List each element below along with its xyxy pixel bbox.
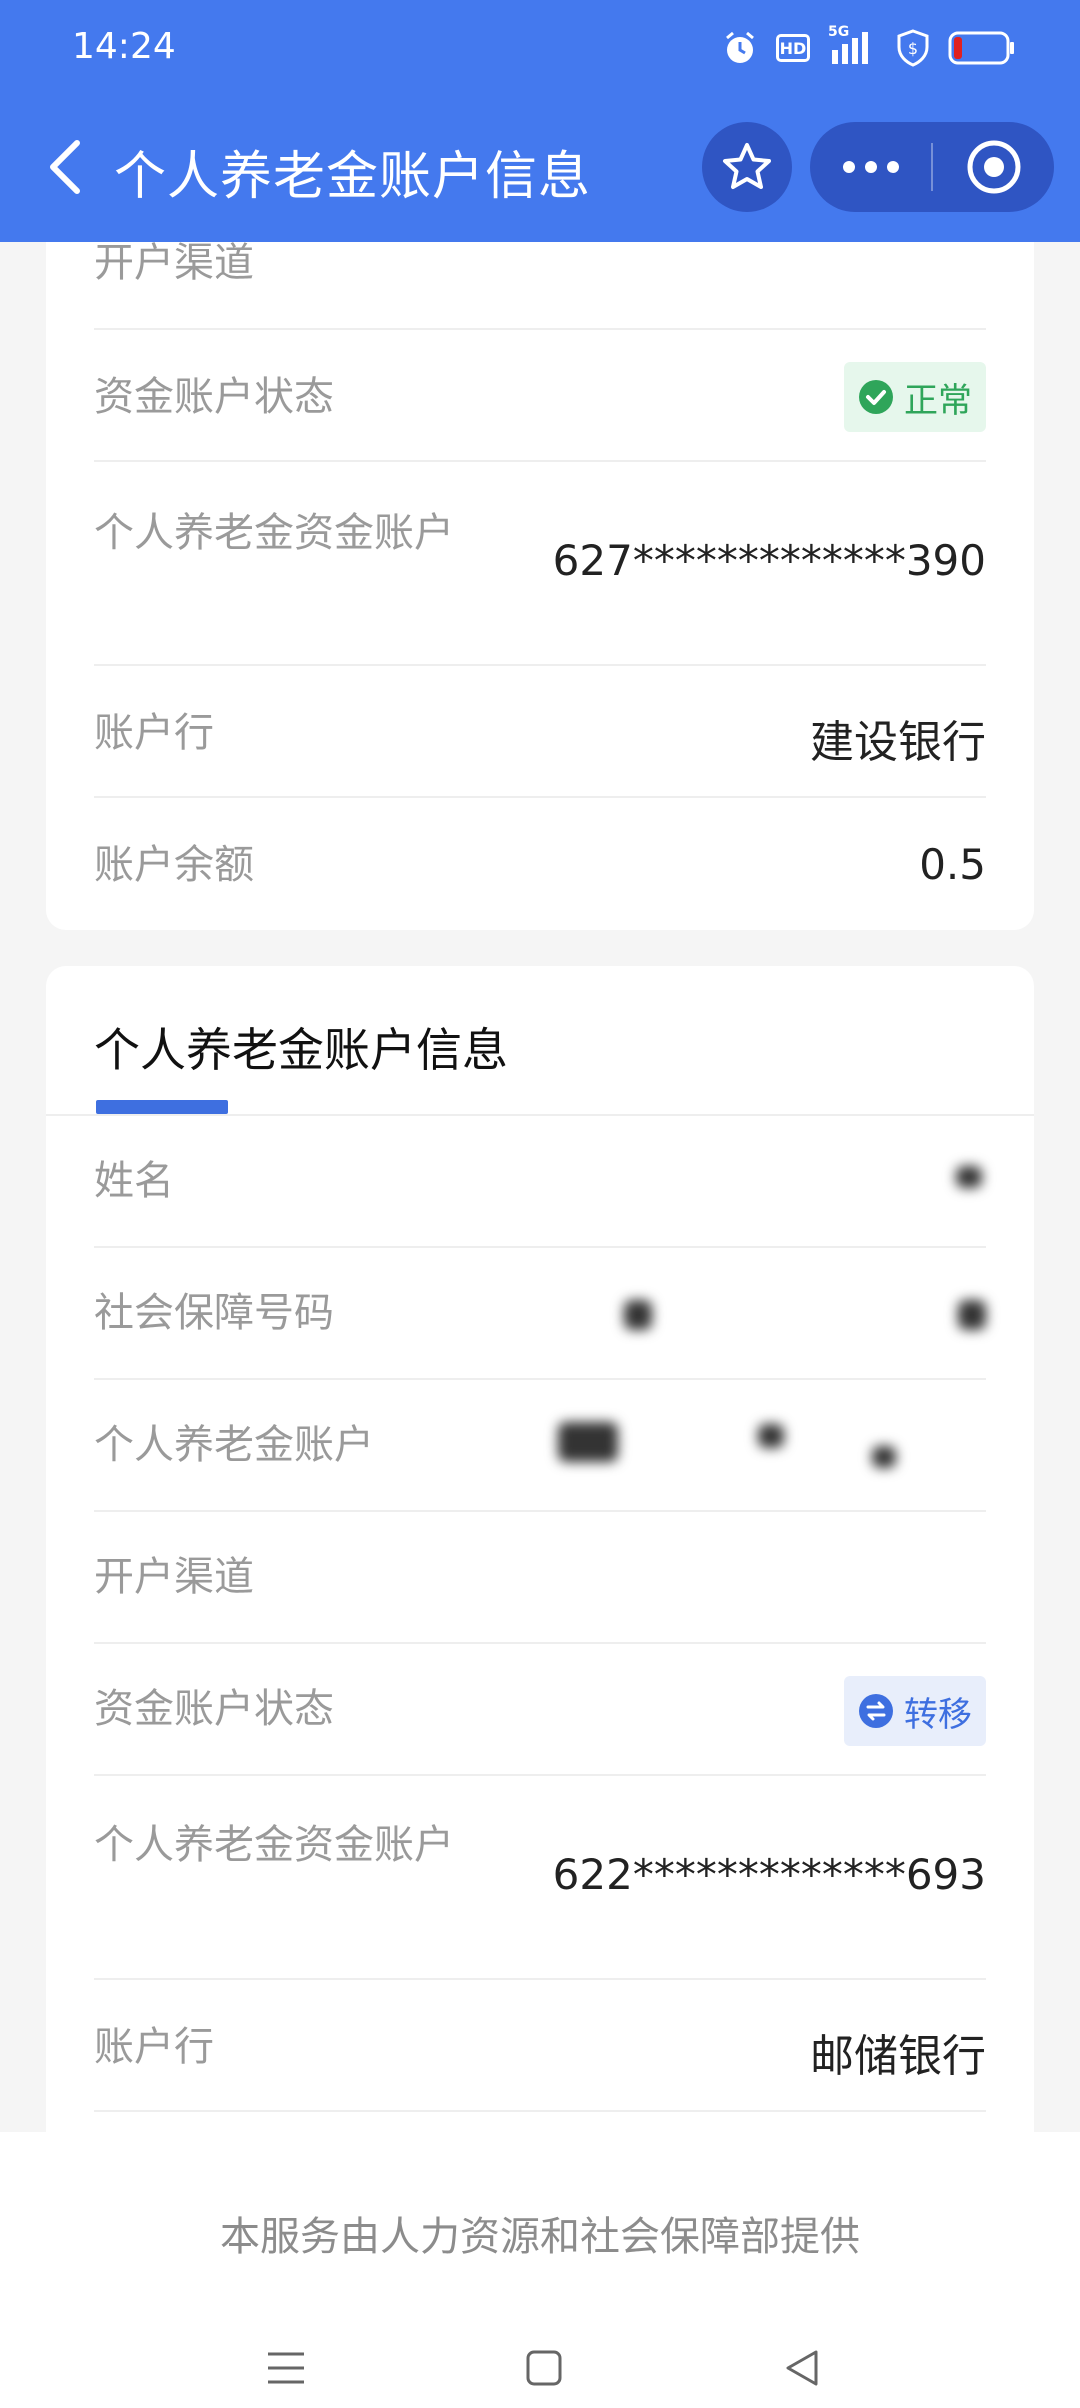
row-name: 姓名 bbox=[94, 1116, 986, 1248]
svg-text:$: $ bbox=[908, 39, 918, 58]
top-bar: 14:24 HD 5G $ 个人养老金账户信息 bbox=[0, 0, 1080, 242]
header: 个人养老金账户信息 bbox=[0, 110, 1080, 230]
row-label: 账户余额 bbox=[94, 842, 254, 888]
nav-home-button[interactable] bbox=[504, 2328, 584, 2408]
row-fund-status-2: 资金账户状态 转移 bbox=[94, 1644, 986, 1776]
battery-icon bbox=[948, 31, 1016, 65]
target-close-icon bbox=[967, 140, 1020, 194]
row-value: 627*************390 bbox=[552, 536, 986, 585]
row-pension-account: 个人养老金账户 bbox=[94, 1380, 986, 1512]
footer: 本服务由人力资源和社会保障部提供 bbox=[0, 2132, 1080, 2408]
transfer-icon bbox=[859, 1694, 893, 1728]
hd-icon: HD bbox=[776, 34, 810, 62]
mini-program-capsule bbox=[810, 122, 1054, 212]
status-badge: 转移 bbox=[844, 1676, 986, 1746]
nav-back-button[interactable] bbox=[762, 2328, 842, 2408]
row-label: 个人养老金账户 bbox=[94, 1422, 374, 1468]
status-badge-label: 正常 bbox=[904, 380, 972, 421]
status-icons: HD 5G $ bbox=[722, 24, 1016, 70]
row-social-security-number: 社会保障号码 bbox=[94, 1248, 986, 1380]
row-label: 开户渠道 bbox=[94, 1554, 254, 1600]
account-card-1: 开户渠道 资金账户状态 正常 个人养老金资金账户 627************… bbox=[46, 200, 1034, 930]
square-home-icon bbox=[526, 2350, 562, 2386]
row-label: 资金账户状态 bbox=[94, 374, 334, 420]
redacted-value bbox=[958, 1300, 986, 1330]
redacted-value bbox=[558, 1422, 618, 1462]
tab-indicator bbox=[96, 1100, 228, 1114]
shield-icon: $ bbox=[896, 29, 930, 67]
row-fund-account: 个人养老金资金账户 627*************390 bbox=[94, 462, 986, 666]
status-bar: 14:24 HD 5G $ bbox=[0, 0, 1080, 96]
row-label: 个人养老金资金账户 bbox=[94, 1822, 454, 1868]
page-title: 个人养老金账户信息 bbox=[114, 147, 592, 207]
row-label: 社会保障号码 bbox=[94, 1290, 334, 1336]
status-time: 14:24 bbox=[72, 26, 176, 67]
alarm-icon bbox=[722, 30, 758, 66]
status-badge: 正常 bbox=[844, 362, 986, 432]
redacted-value bbox=[758, 1424, 784, 1448]
row-label: 资金账户状态 bbox=[94, 1686, 334, 1732]
check-circle-icon bbox=[859, 380, 893, 414]
menu-icon bbox=[268, 2352, 304, 2384]
row-bank: 账户行 建设银行 bbox=[94, 666, 986, 798]
account-card-2: 个人养老金账户信息 姓名 社会保障号码 个人养老金账户 开户渠道 资金账户状态 … bbox=[46, 966, 1034, 2226]
row-fund-account-2: 个人养老金资金账户 622*************693 bbox=[94, 1776, 986, 1980]
triangle-back-icon bbox=[786, 2350, 818, 2386]
chevron-left-icon bbox=[50, 140, 80, 194]
signal-icon: 5G bbox=[828, 24, 878, 68]
more-dots-icon bbox=[842, 161, 899, 173]
row-balance: 账户余额 0.5 bbox=[94, 798, 986, 930]
row-label: 账户行 bbox=[94, 2024, 214, 2070]
card-title: 个人养老金账户信息 bbox=[94, 1023, 508, 1077]
row-bank-2: 账户行 邮储银行 bbox=[94, 1980, 986, 2112]
redacted-value bbox=[872, 1446, 896, 1468]
row-value: 建设银行 bbox=[810, 717, 986, 768]
row-label: 账户行 bbox=[94, 710, 214, 756]
row-value: 0.5 bbox=[919, 840, 986, 889]
close-miniprogram-button[interactable] bbox=[933, 122, 1054, 212]
row-open-channel-2: 开户渠道 bbox=[94, 1512, 986, 1644]
row-label: 姓名 bbox=[94, 1158, 174, 1204]
redacted-value bbox=[624, 1300, 652, 1330]
favorite-button[interactable] bbox=[702, 122, 792, 212]
nav-menu-button[interactable] bbox=[246, 2328, 326, 2408]
status-badge-label: 转移 bbox=[904, 1694, 972, 1735]
back-button[interactable] bbox=[30, 132, 100, 202]
redacted-value bbox=[956, 1166, 982, 1188]
star-icon bbox=[723, 143, 771, 189]
row-value: 622*************693 bbox=[552, 1850, 986, 1899]
system-nav-bar bbox=[0, 2328, 1080, 2408]
footer-provider-text: 本服务由人力资源和社会保障部提供 bbox=[220, 2214, 860, 2260]
more-button[interactable] bbox=[810, 122, 931, 212]
row-value: 邮储银行 bbox=[810, 2031, 986, 2082]
row-fund-status: 资金账户状态 正常 bbox=[94, 330, 986, 462]
row-label: 个人养老金资金账户 bbox=[94, 510, 454, 556]
